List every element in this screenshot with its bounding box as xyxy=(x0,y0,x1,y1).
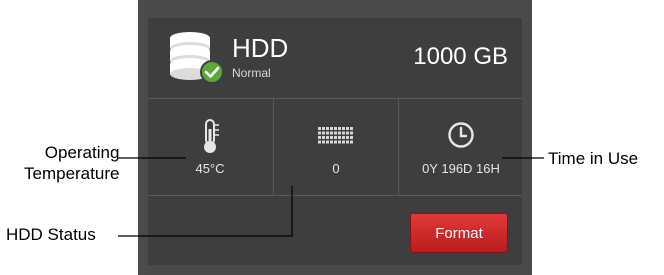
callout-leader-lines xyxy=(118,157,544,237)
callout-time-in-use: Time in Use xyxy=(548,149,639,168)
callout-operating-line-2: Temperature xyxy=(24,164,120,183)
callout-operating-temperature: Operating Temperature xyxy=(24,142,119,184)
callout-hdd-status: HDD Status xyxy=(6,225,96,244)
hdd-status-leader-line xyxy=(118,186,293,237)
hdd-info-figure: HDD Normal 1000 GB 45°C 0 0Y 196D 16H Fo… xyxy=(0,0,664,275)
callout-operating-line-1: Operating xyxy=(44,143,120,162)
